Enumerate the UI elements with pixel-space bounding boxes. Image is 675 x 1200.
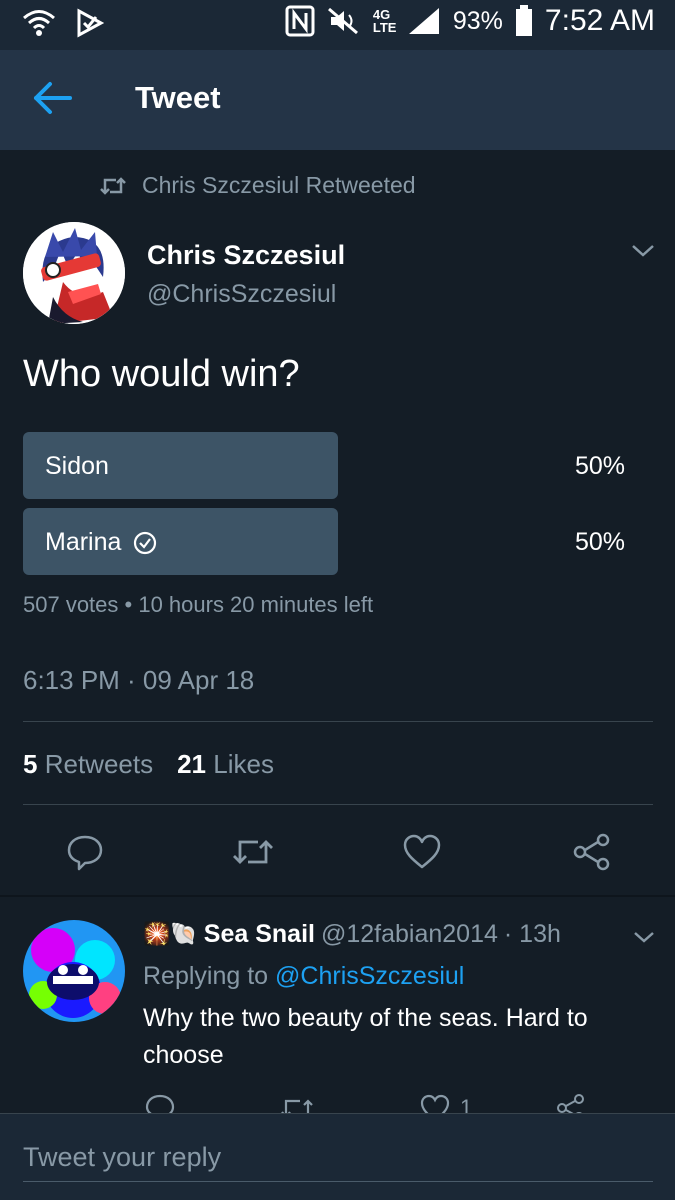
tweet-timestamp: 6:13 PM · 09 Apr 18 bbox=[23, 665, 255, 695]
heart-icon bbox=[420, 1094, 450, 1113]
download-check-icon bbox=[77, 8, 104, 38]
likes-label: Likes bbox=[213, 749, 274, 779]
poll-option-sidon[interactable]: Sidon bbox=[45, 452, 109, 481]
reply-like-button[interactable]: 1 bbox=[420, 1093, 490, 1113]
retweet-context[interactable]: Chris Szczesiul Retweeted bbox=[100, 172, 416, 199]
share-icon bbox=[573, 833, 610, 871]
poll-option-label: Sidon bbox=[45, 452, 109, 480]
battery-icon bbox=[515, 5, 532, 36]
share-icon bbox=[557, 1094, 584, 1113]
battery-percent: 93% bbox=[452, 6, 503, 35]
divider bbox=[23, 721, 653, 722]
retweets-label: Retweets bbox=[44, 749, 154, 779]
reply-author-avatar[interactable] bbox=[23, 920, 125, 1022]
poll-percent-sidon: 50% bbox=[574, 452, 625, 480]
reply-input[interactable] bbox=[23, 1134, 653, 1182]
poll-meta: 507 votes • 10 hours 20 minutes left bbox=[23, 592, 374, 617]
likes-stat[interactable]: 21 Likes bbox=[177, 749, 274, 780]
author-name[interactable]: Chris Szczesiul bbox=[147, 240, 345, 271]
reply-like-count: 1 bbox=[460, 1095, 473, 1113]
status-bar: 4G LTE 93% 7:52 AM bbox=[0, 0, 675, 50]
mute-icon bbox=[327, 7, 358, 35]
replying-to-link[interactable]: @ChrisSzczesiul bbox=[275, 962, 464, 990]
retweet-button[interactable] bbox=[232, 832, 273, 872]
reply-share-button[interactable] bbox=[556, 1093, 586, 1113]
status-right: 4G LTE 93% 7:52 AM bbox=[285, 4, 655, 38]
retweets-count: 5 bbox=[23, 749, 38, 779]
retweet-icon bbox=[281, 1099, 313, 1113]
share-button[interactable] bbox=[572, 832, 612, 872]
back-arrow-icon bbox=[34, 82, 72, 114]
nfc-icon bbox=[285, 5, 315, 37]
poll-percent-marina: 50% bbox=[574, 528, 625, 556]
chevron-down-icon bbox=[634, 932, 654, 943]
status-left bbox=[22, 8, 104, 38]
reply-text: Why the two beauty of the seas. Hard to … bbox=[143, 1004, 588, 1069]
retweet-icon bbox=[100, 176, 126, 195]
author-avatar[interactable] bbox=[23, 222, 125, 324]
check-circle-icon bbox=[134, 531, 157, 554]
tweet-text: Who would win? bbox=[23, 353, 300, 395]
avatar-image bbox=[23, 222, 125, 324]
reply-retweet-button[interactable] bbox=[280, 1093, 314, 1113]
poll-option-marina[interactable]: Marina bbox=[45, 528, 157, 557]
reply-time: · 13h bbox=[503, 920, 561, 948]
poll-option-label: Marina bbox=[45, 528, 122, 556]
network-label: 4G LTE bbox=[372, 7, 397, 35]
retweet-context-label: Chris Szczesiul Retweeted bbox=[142, 172, 416, 198]
reply-menu-button[interactable] bbox=[632, 928, 656, 946]
avatar-image bbox=[23, 920, 125, 1022]
like-button[interactable] bbox=[402, 832, 442, 872]
retweet-icon bbox=[233, 840, 273, 864]
replying-prefix: Replying to bbox=[143, 962, 276, 990]
reply-icon bbox=[67, 835, 103, 871]
heart-icon bbox=[403, 834, 441, 869]
replying-to: Replying to @ChrisSzczesiul bbox=[143, 962, 464, 991]
signal-icon bbox=[408, 8, 439, 34]
reply-header: 🎇🐚 Sea Snail @12fabian2014 · 13h bbox=[143, 920, 561, 949]
clock: 7:52 AM bbox=[544, 4, 655, 37]
back-button[interactable] bbox=[30, 78, 76, 118]
tweet-menu-button[interactable] bbox=[630, 240, 656, 260]
divider bbox=[23, 804, 653, 805]
page-title: Tweet bbox=[135, 80, 221, 115]
reply-author-name[interactable]: Sea Snail bbox=[204, 920, 315, 949]
reply-reply-button[interactable] bbox=[145, 1093, 175, 1113]
app-header: Tweet bbox=[0, 50, 675, 150]
reply-emoji-prefix: 🎇🐚 bbox=[143, 922, 198, 947]
author-handle[interactable]: @ChrisSzczesiul bbox=[147, 280, 336, 309]
retweets-stat[interactable]: 5 Retweets bbox=[23, 749, 153, 780]
chevron-down-icon bbox=[632, 245, 654, 257]
tweet-stats: 5 Retweets 21 Likes bbox=[23, 749, 274, 780]
reply-icon bbox=[145, 1094, 175, 1113]
section-separator bbox=[0, 895, 675, 897]
likes-count: 21 bbox=[177, 749, 207, 779]
reply-button[interactable] bbox=[65, 832, 105, 872]
reply-author-handle[interactable]: @12fabian2014 bbox=[321, 920, 498, 949]
wifi-icon bbox=[23, 10, 55, 36]
compose-bar bbox=[0, 1113, 675, 1200]
